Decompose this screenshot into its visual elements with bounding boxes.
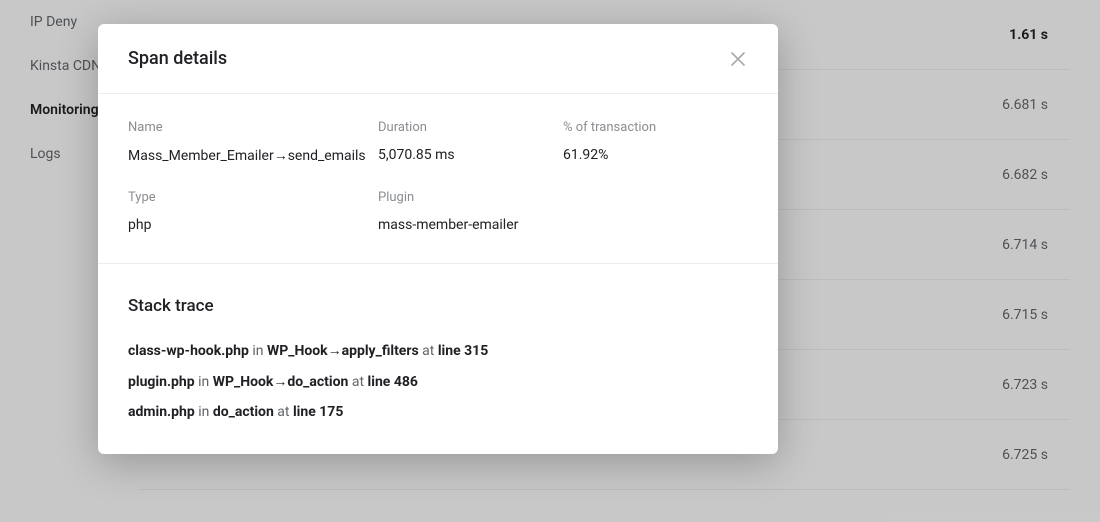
stack-line: class-wp-hook.php in WP_Hook→apply_filte… — [128, 342, 748, 359]
stack-line: admin.php in do_action at line 175 — [128, 404, 748, 420]
field-value: 61.92% — [563, 147, 748, 163]
field-type: Type php — [128, 190, 378, 233]
stack-sep: in — [249, 343, 267, 359]
field-name: Name Mass_Member_Emailer→send_emails — [128, 120, 378, 164]
stack-line-no: line 486 — [368, 374, 418, 390]
modal-title: Span details — [128, 48, 227, 69]
close-icon[interactable] — [728, 49, 748, 69]
stack-line: plugin.php in WP_Hook→do_action at line … — [128, 373, 748, 390]
field-label: Name — [128, 120, 378, 135]
stack-trace-title: Stack trace — [128, 296, 748, 316]
field-label: Duration — [378, 120, 563, 135]
field-duration: Duration 5,070.85 ms — [378, 120, 563, 164]
stack-sep: at — [274, 404, 293, 420]
stack-file: plugin.php — [128, 374, 195, 390]
stack-file: class-wp-hook.php — [128, 343, 249, 359]
stack-fn: WP_Hook→apply_filters — [267, 343, 419, 359]
field-plugin: Plugin mass-member-emailer — [378, 190, 563, 233]
field-label: % of transaction — [563, 120, 748, 135]
field-value: 5,070.85 ms — [378, 147, 563, 163]
stack-line-no: line 175 — [293, 404, 343, 420]
field-value: mass-member-emailer — [378, 217, 563, 233]
stack-trace-section: Stack trace class-wp-hook.php in WP_Hook… — [98, 264, 778, 454]
stack-fn: do_action — [213, 404, 274, 420]
stack-sep: in — [195, 404, 213, 420]
field-value: php — [128, 217, 378, 233]
field-label: Plugin — [378, 190, 563, 205]
stack-line-no: line 315 — [438, 343, 488, 359]
field-value: Mass_Member_Emailer→send_emails — [128, 147, 378, 164]
stack-fn: WP_Hook→do_action — [213, 374, 349, 390]
details-section: Name Mass_Member_Emailer→send_emails Dur… — [98, 94, 778, 264]
field-label: Type — [128, 190, 378, 205]
stack-sep: in — [195, 374, 213, 390]
modal-header: Span details — [98, 24, 778, 94]
stack-file: admin.php — [128, 404, 195, 420]
span-details-modal: Span details Name Mass_Member_Emailer→se… — [98, 24, 778, 454]
stack-sep: at — [419, 343, 438, 359]
field-pct: % of transaction 61.92% — [563, 120, 748, 164]
stack-sep: at — [348, 374, 367, 390]
